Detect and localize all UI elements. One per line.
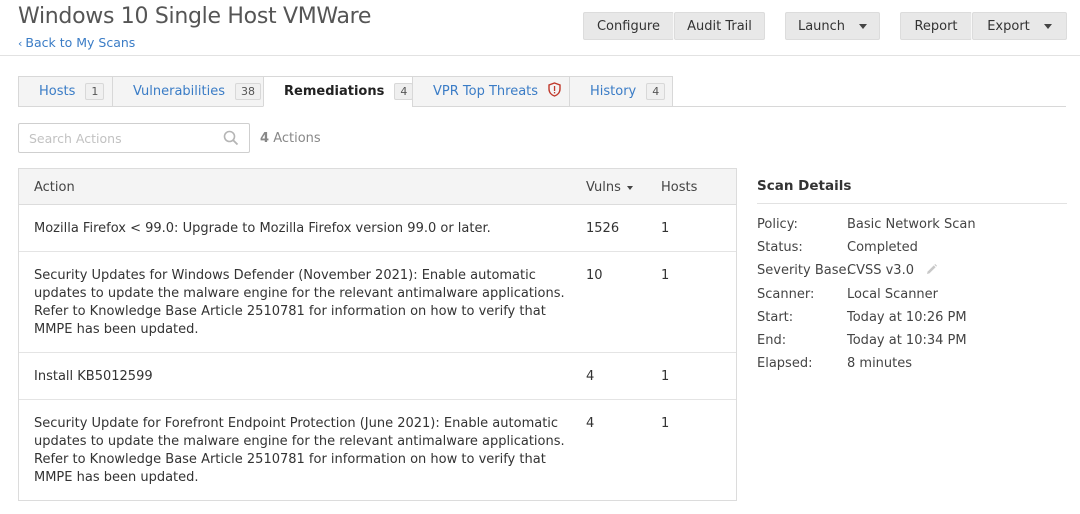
detail-key: Start: (757, 310, 794, 325)
shield-alert-icon (548, 82, 561, 101)
tab-hosts[interactable]: Hosts 1 (18, 76, 113, 107)
launch-button[interactable]: Launch (785, 12, 880, 40)
export-label: Export (987, 18, 1030, 34)
caret-down-icon (1043, 23, 1052, 29)
tab-label: Remediations (284, 84, 385, 99)
back-to-scans-link[interactable]: ‹ Back to My Scans (18, 35, 135, 50)
back-link-label: Back to My Scans (25, 35, 136, 50)
row-action: Security Update for Forefront Endpoint P… (34, 416, 565, 485)
tab-remediations[interactable]: Remediations 4 (263, 76, 414, 107)
detail-value: Today at 10:26 PM (847, 310, 967, 325)
detail-value: Completed (847, 240, 918, 255)
detail-key: Policy: (757, 217, 798, 232)
tab-label: VPR Top Threats (433, 84, 539, 99)
row-hosts: 1 (661, 221, 670, 236)
row-vulns: 10 (586, 268, 603, 283)
row-action: Mozilla Firefox < 99.0: Upgrade to Mozil… (34, 221, 491, 236)
detail-value: Today at 10:34 PM (847, 333, 967, 348)
row-action: Install KB5012599 (34, 369, 153, 384)
detail-key: Scanner: (757, 287, 815, 302)
detail-value: CVSS v3.0 (847, 263, 914, 278)
search-box (18, 123, 250, 153)
detail-key: Severity Base: (757, 263, 851, 278)
tab-label: History (590, 84, 637, 99)
table-row[interactable]: Mozilla Firefox < 99.0: Upgrade to Mozil… (19, 205, 736, 252)
count-badge: 4 (646, 83, 666, 100)
caret-down-icon (859, 23, 868, 29)
table-header: Action Vulns Hosts (19, 169, 736, 205)
detail-value: Basic Network Scan (847, 217, 976, 232)
column-vulns[interactable]: Vulns (586, 180, 633, 195)
tab-vulnerabilities[interactable]: Vulnerabilities 38 (112, 76, 264, 107)
scan-details-title: Scan Details (757, 178, 852, 194)
row-action: Security Updates for Windows Defender (N… (34, 268, 565, 337)
detail-key: Status: (757, 240, 803, 255)
page-title: Windows 10 Single Host VMWare (18, 4, 372, 29)
audit-trail-button[interactable]: Audit Trail (674, 12, 765, 40)
pencil-icon[interactable] (925, 263, 938, 280)
search-input[interactable] (19, 124, 214, 152)
configure-button[interactable]: Configure (583, 12, 674, 40)
row-hosts: 1 (661, 369, 670, 384)
detail-value: Local Scanner (847, 287, 939, 302)
count-badge: 1 (85, 83, 105, 100)
report-button[interactable]: Report (900, 12, 972, 40)
row-vulns: 4 (586, 416, 595, 431)
configure-label: Configure (596, 18, 660, 34)
tab-vpr-top-threats[interactable]: VPR Top Threats (412, 76, 570, 107)
remediations-table: Action Vulns Hosts Mozilla Firefox < 99.… (18, 168, 737, 501)
table-row[interactable]: Install KB5012599 4 1 (19, 353, 736, 400)
export-button[interactable]: Export (972, 12, 1067, 40)
header-divider (0, 55, 1080, 56)
tab-label: Vulnerabilities (133, 84, 225, 99)
column-action[interactable]: Action (34, 180, 75, 195)
detail-key: Elapsed: (757, 356, 813, 371)
count-badge: 4 (394, 83, 414, 100)
row-vulns: 1526 (586, 221, 620, 236)
count-badge: 38 (234, 83, 261, 100)
tab-history[interactable]: History 4 (569, 76, 673, 107)
actions-count-label: Actions (273, 131, 321, 146)
chevron-left-icon: ‹ (18, 37, 23, 50)
actions-count: 4 Actions (260, 131, 321, 146)
report-label: Report (914, 18, 958, 34)
audit-trail-label: Audit Trail (687, 18, 752, 34)
table-row[interactable]: Security Updates for Windows Defender (N… (19, 252, 736, 353)
table-row[interactable]: Security Update for Forefront Endpoint P… (19, 400, 736, 500)
tab-label: Hosts (39, 84, 76, 99)
detail-value: 8 minutes (847, 356, 913, 371)
row-vulns: 4 (586, 369, 595, 384)
launch-label: Launch (797, 18, 846, 34)
row-hosts: 1 (661, 268, 670, 283)
search-icon[interactable] (223, 130, 239, 150)
row-hosts: 1 (661, 416, 670, 431)
detail-key: End: (757, 333, 787, 348)
actions-count-number: 4 (260, 131, 270, 146)
sort-desc-icon (626, 185, 633, 190)
column-vulns-label: Vulns (586, 180, 621, 195)
scan-details-divider (757, 203, 1067, 204)
column-hosts[interactable]: Hosts (661, 180, 697, 195)
detail-severity-base: Severity Base: CVSS v3.0 (757, 263, 1067, 281)
